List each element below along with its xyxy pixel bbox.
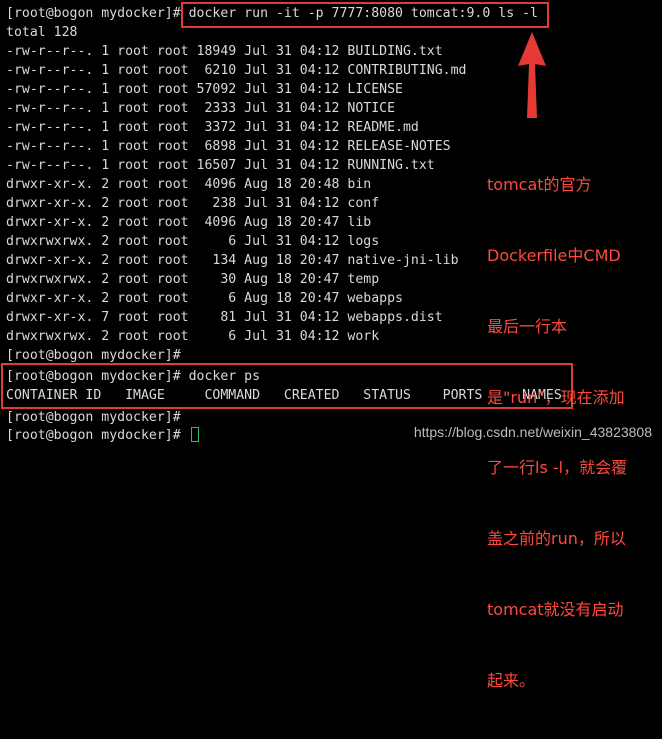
arrow-up-icon bbox=[518, 32, 546, 118]
annotation-line: 是"run"，现在添加 bbox=[487, 387, 625, 407]
terminal-line: -rw-r--r--. 1 root root 57092 Jul 31 04:… bbox=[6, 82, 403, 97]
terminal-line: drwxr-xr-x. 2 root root 4096 Aug 18 20:4… bbox=[6, 177, 372, 192]
terminal-line: drwxrwxrwx. 2 root root 6 Jul 31 04:12 w… bbox=[6, 329, 380, 344]
annotation-line: 最后一行本 bbox=[487, 316, 568, 336]
terminal-line: drwxrwxrwx. 2 root root 6 Jul 31 04:12 l… bbox=[6, 234, 380, 249]
annotation-line: tomcat的官方 bbox=[487, 175, 592, 195]
cursor-icon bbox=[190, 427, 199, 442]
terminal-line: -rw-r--r--. 1 root root 6210 Jul 31 04:1… bbox=[6, 63, 467, 78]
highlight-run-command bbox=[181, 2, 549, 28]
terminal-line: -rw-r--r--. 1 root root 18949 Jul 31 04:… bbox=[6, 44, 443, 59]
terminal-line: drwxr-xr-x. 2 root root 4096 Aug 18 20:4… bbox=[6, 215, 372, 230]
annotation-line: 起来。 bbox=[487, 670, 536, 690]
terminal-line: -rw-r--r--. 1 root root 2333 Jul 31 04:1… bbox=[6, 101, 396, 116]
terminal-line: -rw-r--r--. 1 root root 16507 Jul 31 04:… bbox=[6, 158, 435, 173]
watermark-url: https://blog.csdn.net/weixin_43823808 bbox=[413, 424, 652, 440]
annotation-line: Dockerfile中CMD bbox=[487, 245, 621, 265]
terminal-line: -rw-r--r--. 1 root root 3372 Jul 31 04:1… bbox=[6, 120, 419, 135]
terminal-line: drwxr-xr-x. 2 root root 134 Aug 18 20:47… bbox=[6, 253, 459, 268]
terminal-line: drwxrwxrwx. 2 root root 30 Aug 18 20:47 … bbox=[6, 272, 380, 287]
annotation-line: tomcat就没有启动 bbox=[487, 599, 624, 619]
terminal-line: drwxr-xr-x. 7 root root 81 Jul 31 04:12 … bbox=[6, 310, 443, 325]
terminal-prompt: [root@bogon mydocker]# bbox=[6, 428, 189, 443]
terminal-line: drwxr-xr-x. 2 root root 6 Aug 18 20:47 w… bbox=[6, 291, 403, 306]
terminal-input-line[interactable]: [root@bogon mydocker]# bbox=[6, 426, 199, 445]
terminal-line-prompt: [root@bogon mydocker]# bbox=[6, 410, 181, 425]
annotation-line: 了一行ls -l，就会覆 bbox=[487, 458, 628, 478]
terminal-line: drwxr-xr-x. 2 root root 238 Jul 31 04:12… bbox=[6, 196, 380, 211]
terminal-line: total 128 bbox=[6, 25, 78, 40]
terminal-line: -rw-r--r--. 1 root root 6898 Jul 31 04:1… bbox=[6, 139, 451, 154]
annotation-line: 盖之前的run，所以 bbox=[487, 529, 626, 549]
terminal-window[interactable]: [root@bogon mydocker]# docker run -it -p… bbox=[0, 0, 662, 690]
